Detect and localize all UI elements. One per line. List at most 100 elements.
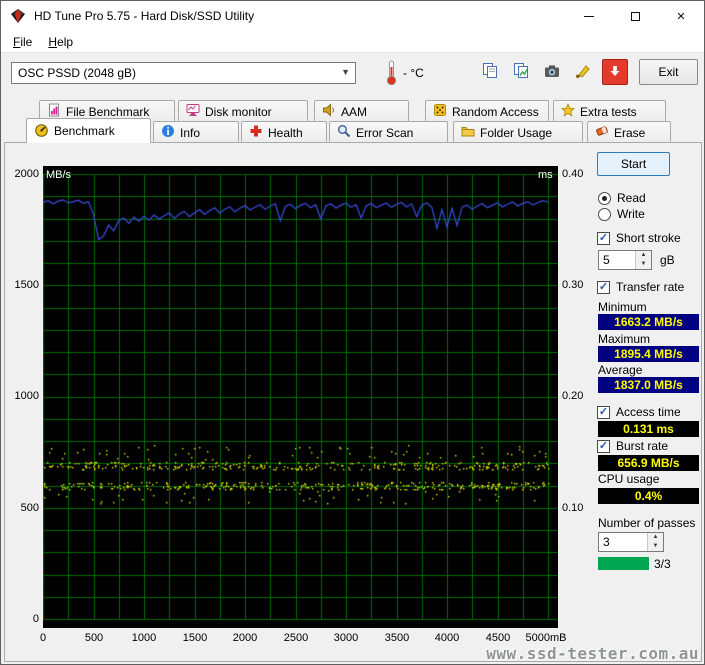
- x-tick: 3000: [333, 632, 359, 644]
- tab-health[interactable]: Health: [241, 121, 327, 143]
- camera-icon: [543, 62, 561, 83]
- drive-selector-value: OSC PSSD (2048 gB): [18, 66, 137, 80]
- spin-up-icon[interactable]: ▲: [648, 533, 663, 542]
- download-button[interactable]: [602, 59, 628, 85]
- spin-down-icon[interactable]: ▼: [648, 542, 663, 551]
- copy-report-button[interactable]: [508, 59, 534, 85]
- access-time-value: 0.131 ms: [598, 421, 699, 437]
- y-tick: 500: [20, 502, 39, 514]
- passes-label: Number of passes: [598, 516, 696, 530]
- short-stroke-checkbox[interactable]: ✓ Short stroke: [597, 231, 681, 245]
- app-icon: [10, 8, 26, 24]
- report-icon: [512, 62, 530, 83]
- checkbox-checked-icon: ✓: [597, 439, 610, 453]
- transfer-rate-checkbox[interactable]: ✓ Transfer rate: [597, 280, 684, 294]
- short-stroke-unit: gB: [660, 253, 675, 267]
- cpu-usage-label: CPU usage: [598, 472, 660, 486]
- tab-benchmark[interactable]: Benchmark: [26, 118, 151, 143]
- checkbox-checked-icon: ✓: [597, 405, 610, 419]
- eraser-icon: [595, 124, 609, 141]
- close-button[interactable]: ✕: [658, 1, 704, 31]
- tab-label: File Benchmark: [66, 104, 150, 119]
- tab-label: Health: [268, 125, 303, 140]
- y-tick-right: 0.40: [562, 168, 584, 180]
- passes-progress-bar: [598, 557, 649, 570]
- minimize-icon: [584, 15, 594, 17]
- close-icon: ✕: [676, 10, 686, 23]
- y-axis-unit-right: ms: [538, 169, 553, 181]
- health-cross-icon: [249, 124, 263, 141]
- x-tick: 1500: [182, 632, 208, 644]
- y-tick: 2000: [14, 168, 39, 180]
- start-button-label: Start: [620, 157, 647, 171]
- minimum-value: 1663.2 MB/s: [598, 314, 699, 330]
- access-time-checkbox[interactable]: ✓ Access time: [597, 405, 681, 419]
- y-axis-unit-left: MB/s: [46, 169, 72, 181]
- app-window: HD Tune Pro 5.75 - Hard Disk/SSD Utility…: [0, 0, 705, 665]
- star-icon: [561, 102, 575, 120]
- short-stroke-size-input[interactable]: 5 ▲ ▼: [598, 250, 652, 270]
- cpu-usage-value: 0.4%: [598, 488, 699, 504]
- maximize-button[interactable]: [612, 1, 658, 31]
- x-tick: 4500: [485, 632, 511, 644]
- tab-label: AAM: [341, 104, 368, 119]
- checkbox-checked-icon: ✓: [597, 231, 610, 245]
- exit-button[interactable]: Exit: [639, 59, 698, 85]
- passes-input[interactable]: 3 ▲ ▼: [598, 532, 664, 552]
- tab-random-access[interactable]: Random Access: [425, 100, 549, 122]
- burst-rate-value: 656.9 MB/s: [598, 455, 699, 471]
- transfer-rate-label: Transfer rate: [616, 280, 685, 294]
- start-button[interactable]: Start: [597, 152, 670, 176]
- screenshot-button[interactable]: [539, 59, 565, 85]
- tab-aam[interactable]: AAM: [314, 100, 409, 122]
- disk-monitor-icon: [186, 103, 200, 120]
- drive-selector[interactable]: OSC PSSD (2048 gB) ▼: [11, 62, 356, 84]
- tab-label: Error Scan: [356, 125, 414, 140]
- exit-button-label: Exit: [658, 65, 679, 79]
- window-title: HD Tune Pro 5.75 - Hard Disk/SSD Utility: [34, 9, 255, 23]
- dice-icon: [433, 103, 447, 120]
- access-time-label: Access time: [616, 405, 681, 419]
- brush-icon: [574, 62, 592, 83]
- watermark: www.ssd-tester.com.au: [486, 644, 699, 663]
- tab-extra-tests[interactable]: Extra tests: [553, 100, 666, 122]
- passes-value: 3: [603, 535, 610, 549]
- maximum-value: 1895.4 MB/s: [598, 346, 699, 362]
- checkbox-checked-icon: ✓: [597, 280, 610, 294]
- radio-icon: [598, 207, 611, 221]
- highlight-button[interactable]: [570, 59, 596, 85]
- spin-up-icon[interactable]: ▲: [636, 251, 651, 260]
- minimize-button[interactable]: [566, 1, 612, 31]
- read-radio[interactable]: Read: [598, 191, 646, 205]
- x-tick: 2500: [283, 632, 309, 644]
- copy-icon: [481, 62, 499, 83]
- average-value: 1837.0 MB/s: [598, 377, 699, 393]
- x-tick: 0: [39, 632, 47, 644]
- menubar: File Help: [1, 31, 704, 52]
- y-tick: 0: [32, 613, 39, 625]
- tab-label: Extra tests: [580, 104, 637, 119]
- write-radio[interactable]: Write: [598, 207, 645, 221]
- tab-folder-usage[interactable]: Folder Usage: [453, 121, 583, 143]
- tab-error-scan[interactable]: Error Scan: [329, 121, 448, 143]
- burst-rate-checkbox[interactable]: ✓ Burst rate: [597, 439, 668, 453]
- spin-down-icon[interactable]: ▼: [636, 260, 651, 269]
- chevron-down-icon: ▼: [341, 67, 350, 77]
- burst-rate-label: Burst rate: [616, 439, 669, 453]
- tab-disk-monitor[interactable]: Disk monitor: [178, 100, 308, 122]
- toolbar: OSC PSSD (2048 gB) ▼ - °C Exit: [1, 52, 704, 93]
- menu-item-help[interactable]: Help: [40, 33, 81, 51]
- copy-button[interactable]: [477, 59, 503, 85]
- menu-item-file[interactable]: File: [5, 33, 40, 51]
- folder-icon: [461, 124, 475, 141]
- short-stroke-size-spinner: ▲ ▼: [635, 251, 651, 269]
- y-tick-right: 0.20: [562, 390, 584, 402]
- gauge-icon: [34, 123, 49, 140]
- x-tick: 2000: [232, 632, 258, 644]
- benchmark-chart: [43, 166, 558, 628]
- short-stroke-size-value: 5: [603, 253, 610, 267]
- tab-info[interactable]: Info: [153, 121, 239, 143]
- benchmark-chart-area: [43, 166, 558, 628]
- tab-erase[interactable]: Erase: [587, 121, 671, 143]
- y-tick: 1500: [14, 279, 39, 291]
